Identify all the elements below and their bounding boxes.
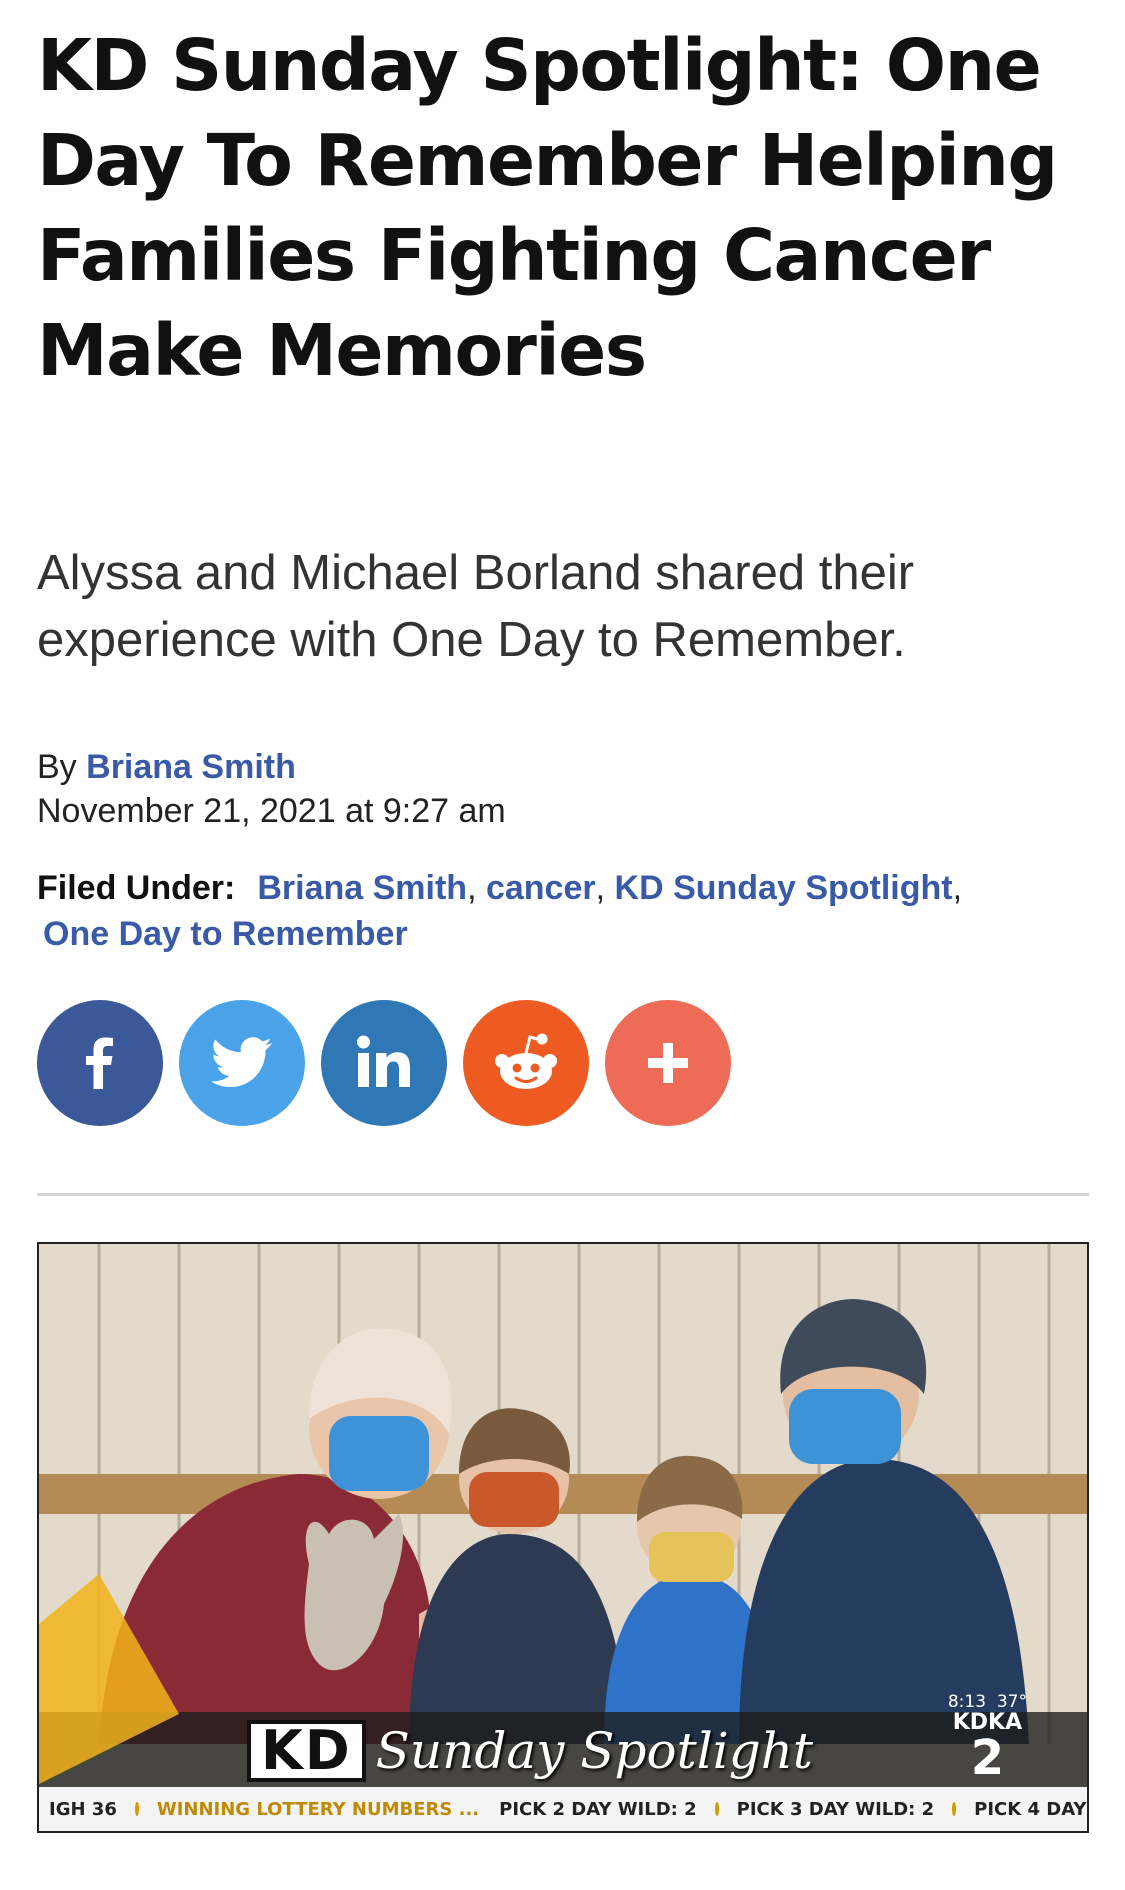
lower-third-banner: KD Sunday Spotlight [39, 1712, 1087, 1788]
video-still-image[interactable]: KD Sunday Spotlight 8:13 37° KDKA 2 IGH … [37, 1242, 1089, 1833]
tag-link[interactable]: KD Sunday Spotlight [615, 869, 953, 907]
broadcast-time: 8:13 [947, 1692, 987, 1712]
publish-date: November 21, 2021 at 9:27 am [37, 792, 506, 830]
broadcast-temperature: 37° [996, 1692, 1027, 1712]
facebook-share-button[interactable] [37, 1000, 163, 1126]
channel-number: 2 [970, 1730, 1005, 1786]
share-buttons [37, 1000, 731, 1126]
author-link[interactable]: Briana Smith [86, 748, 296, 786]
linkedin-icon [352, 1033, 416, 1093]
ticker-item: IGH 36 [49, 1798, 117, 1820]
ticker-bullet-icon [952, 1802, 957, 1816]
ticker-bullet-icon [134, 1802, 139, 1816]
station-time-temp: 8:13 37° [948, 1692, 1027, 1712]
station-bug: 8:13 37° KDKA 2 [948, 1692, 1027, 1782]
twitter-icon [211, 1037, 273, 1089]
tag-link[interactable]: One Day to Remember [43, 911, 408, 957]
ticker-item: PICK 2 DAY WILD: 2 [499, 1798, 697, 1820]
article-subheadline: Alyssa and Michael Borland shared their … [37, 546, 915, 667]
reddit-share-button[interactable] [463, 1000, 589, 1126]
twitter-share-button[interactable] [179, 1000, 305, 1126]
linkedin-share-button[interactable] [321, 1000, 447, 1126]
byline-prefix: By [37, 748, 77, 786]
tag-link[interactable]: Briana Smith [257, 869, 467, 907]
show-name: Sunday Spotlight [375, 1722, 814, 1780]
news-ticker: IGH 36 WINNING LOTTERY NUMBERS ... PICK … [39, 1787, 1087, 1831]
more-share-button[interactable] [605, 1000, 731, 1126]
show-branding: KD Sunday Spotlight [247, 1720, 814, 1782]
kd-logo: KD [247, 1720, 366, 1782]
reddit-icon [490, 1031, 562, 1095]
article-headline: KD Sunday Spotlight: One Day To Remember… [37, 24, 1058, 392]
byline: By Briana Smith [37, 745, 296, 789]
filed-under-label: Filed Under: [37, 869, 236, 907]
facebook-icon [70, 1033, 130, 1093]
tag-link[interactable]: cancer [486, 869, 596, 907]
ticker-bullet-icon [714, 1802, 719, 1816]
ticker-item: PICK 4 DAY WI [974, 1798, 1087, 1820]
ticker-item: WINNING LOTTERY NUMBERS ... [156, 1798, 480, 1820]
filed-under: Filed Under: Briana Smith, cancer, KD Sun… [37, 865, 1077, 957]
ticker-item: PICK 3 DAY WILD: 2 [736, 1798, 935, 1820]
section-divider [37, 1193, 1089, 1196]
plus-icon [643, 1038, 693, 1088]
